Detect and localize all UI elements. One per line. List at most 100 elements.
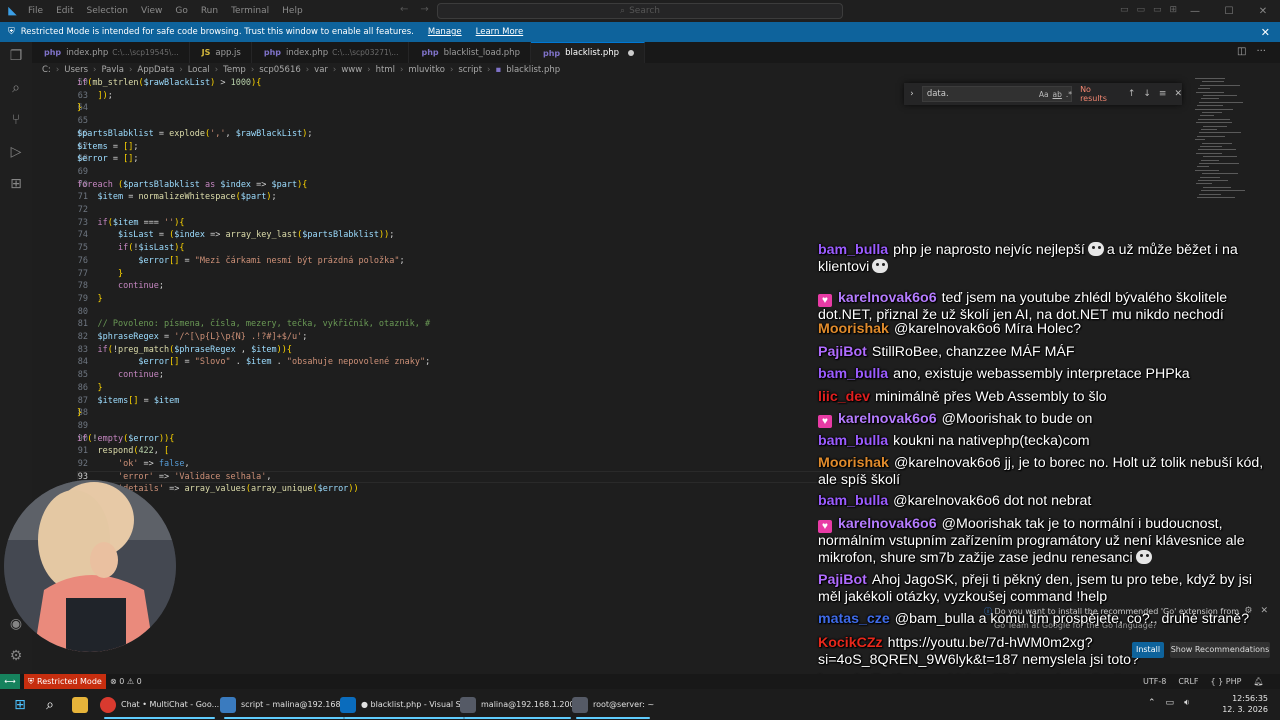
match-case-icon[interactable]: Aa — [1039, 88, 1049, 102]
close-notification-icon[interactable]: ✕ — [1260, 606, 1268, 616]
toggle-sidebar-icon[interactable]: ▭ — [1120, 5, 1129, 15]
network-icon[interactable]: ▭ — [1166, 698, 1175, 708]
close-banner-icon[interactable]: ✕ — [1261, 26, 1270, 39]
code-line: 'error' => 'Validace selhala', — [117, 471, 272, 482]
file-explorer-button[interactable] — [72, 693, 88, 716]
search-activity-icon[interactable]: ⌕ — [6, 78, 26, 98]
breadcrumb-item[interactable]: www — [341, 65, 362, 75]
search-placeholder: Search — [629, 6, 660, 16]
chat-text: php je naprosto nejvíc nejlepší — [893, 242, 1085, 258]
toggle-panel-icon[interactable]: ▭ — [1137, 5, 1146, 15]
notification-text-2: Go Team at Google for the Go language? — [994, 621, 1158, 630]
minimize-icon[interactable]: — — [1178, 0, 1212, 22]
restricted-mode-status[interactable]: ⛨ Restricted Mode — [24, 674, 106, 689]
install-button[interactable]: Install — [1132, 642, 1164, 658]
menu-edit[interactable]: Edit — [56, 6, 73, 16]
learn-more-link[interactable]: Learn More — [476, 27, 524, 37]
back-icon[interactable]: ← — [400, 4, 408, 15]
breadcrumb-item[interactable]: Pavla — [101, 65, 124, 75]
next-match-icon[interactable]: ↓ — [1143, 89, 1151, 99]
breadcrumb-item[interactable]: AppData — [137, 65, 174, 75]
eol-status[interactable]: CRLF — [1178, 674, 1198, 689]
previous-match-icon[interactable]: ↑ — [1128, 89, 1136, 99]
breadcrumb-item[interactable]: Temp — [223, 65, 246, 75]
gear-icon[interactable]: ⚙ — [6, 646, 26, 666]
tab-blacklist-php[interactable]: php blacklist.php — [530, 42, 646, 63]
breadcrumb-item[interactable]: html — [376, 65, 395, 75]
menu-run[interactable]: Run — [201, 6, 218, 16]
taskbar-search[interactable]: ⌕ — [42, 693, 58, 716]
taskbar-item-vscode[interactable]: ● blacklist.php - Visual S... — [340, 693, 468, 719]
menu-view[interactable]: View — [141, 6, 162, 16]
whole-word-icon[interactable]: ab — [1053, 88, 1062, 102]
breadcrumb-item[interactable]: scp05616 — [259, 65, 301, 75]
encoding-status[interactable]: UTF-8 — [1143, 674, 1166, 689]
taskbar-item-winscp[interactable]: script – malina@192.168... — [220, 693, 348, 719]
gear-icon[interactable]: ⚙ — [1244, 606, 1252, 616]
toggle-secondary-sidebar-icon[interactable]: ▭ — [1153, 5, 1162, 15]
chat-text: @Moorishak to bude on — [941, 411, 1093, 427]
menu-terminal[interactable]: Terminal — [231, 6, 269, 16]
breadcrumb-item[interactable]: script — [458, 65, 482, 75]
minimap-line — [1200, 176, 1220, 178]
tab-index-php-2[interactable]: php index.php C:\...\scp03271\... — [252, 42, 410, 63]
menu-help[interactable]: Help — [282, 6, 303, 16]
subscriber-badge-icon: ♥ — [818, 294, 832, 307]
breadcrumb-item[interactable]: Local — [188, 65, 210, 75]
run-debug-icon[interactable]: ▷ — [6, 142, 26, 162]
chat-username: karelnovak6o6 — [838, 516, 937, 532]
close-icon[interactable]: ✕ — [1246, 0, 1280, 22]
maximize-icon[interactable]: ☐ — [1212, 0, 1246, 22]
language-status[interactable]: { } PHP — [1211, 674, 1242, 689]
command-center-search[interactable]: ⌕ Search — [437, 3, 843, 19]
find-in-selection-icon[interactable]: ≡ — [1159, 89, 1167, 99]
taskbar-item-putty-2[interactable]: root@server: ~ — [572, 693, 654, 719]
minimap-line — [1202, 81, 1224, 83]
code-line: $error[] = "Slovo" . $item . "obsahuje n… — [138, 357, 431, 368]
menu-go[interactable]: Go — [175, 6, 187, 16]
chevron-up-icon[interactable]: ⌃ — [1148, 698, 1156, 708]
breadcrumb-item[interactable]: C: — [42, 65, 51, 75]
taskbar-item-putty-1[interactable]: malina@192.168.1.200 — [460, 693, 575, 719]
minimap-line — [1196, 152, 1222, 154]
tab-index-php-1[interactable]: php index.php C:\...\scp19545\... — [32, 42, 190, 63]
chat-text: mikrofon, shure sm7b zažije zase jednu r… — [818, 550, 1133, 566]
split-editor-icon[interactable]: ◫ — [1237, 46, 1246, 57]
bell-icon[interactable]: 🔔︎ — [1253, 674, 1263, 689]
manage-link[interactable]: Manage — [428, 27, 462, 37]
extensions-icon[interactable]: ⊞ — [6, 174, 26, 194]
problems-status[interactable]: ⊗ 0 ⚠ 0 — [110, 674, 142, 689]
start-button[interactable]: ⊞ — [12, 693, 28, 716]
subscriber-badge-icon: ♥ — [818, 520, 832, 533]
subscriber-badge-icon: ♥ — [818, 415, 832, 428]
clock-time: 12:56:35 — [1232, 694, 1268, 703]
find-input[interactable]: data. Aa ab .* — [921, 86, 1073, 102]
menu-selection[interactable]: Selection — [87, 6, 128, 16]
menu-file[interactable]: File — [28, 6, 43, 16]
code-line: $phraseRegex = '/^[\p{L}\p{N} .!?#]+$/u'… — [97, 332, 308, 342]
customize-layout-icon[interactable]: ⊞ — [1170, 5, 1178, 15]
breadcrumb-item[interactable]: Users — [64, 65, 88, 75]
show-recommendations-button[interactable]: Show Recommendations — [1170, 642, 1270, 658]
toggle-replace-icon[interactable]: › — [904, 89, 920, 99]
tab-blacklist-load-php[interactable]: php blacklist_load.php — [409, 42, 531, 63]
regex-icon[interactable]: .* — [1066, 88, 1072, 102]
taskbar-item-chrome[interactable]: Chat • MultiChat - Goo... — [100, 693, 219, 719]
more-actions-icon[interactable]: ··· — [1256, 46, 1266, 57]
forward-icon[interactable]: → — [420, 4, 428, 15]
code-editor[interactable]: 59 if(mb_strlen($rawBlackList) > 1000){63… — [32, 78, 1192, 493]
tab-app-js[interactable]: JS app.js — [190, 42, 252, 63]
unsaved-dot-icon[interactable] — [628, 50, 635, 56]
emote-icon — [872, 259, 889, 273]
breadcrumb-item[interactable]: blacklist.php — [506, 65, 560, 75]
close-find-icon[interactable]: ✕ — [1174, 89, 1182, 99]
taskbar-clock[interactable]: 12:56:35 12. 3. 2026 — [1222, 693, 1268, 715]
explorer-icon[interactable]: ❐ — [6, 46, 26, 66]
remote-icon[interactable]: ⟷ — [0, 674, 20, 689]
volume-icon[interactable]: 🔉︎ — [1184, 698, 1190, 708]
minimap[interactable] — [1195, 78, 1250, 208]
breadcrumb-item[interactable]: var — [314, 65, 328, 75]
chat-message: PajiBot StillRoBee, chanzzee MÁF MÁF — [818, 344, 1258, 361]
source-control-icon[interactable]: ⑂ — [6, 110, 26, 130]
breadcrumb-item[interactable]: mluvitko — [408, 65, 445, 75]
